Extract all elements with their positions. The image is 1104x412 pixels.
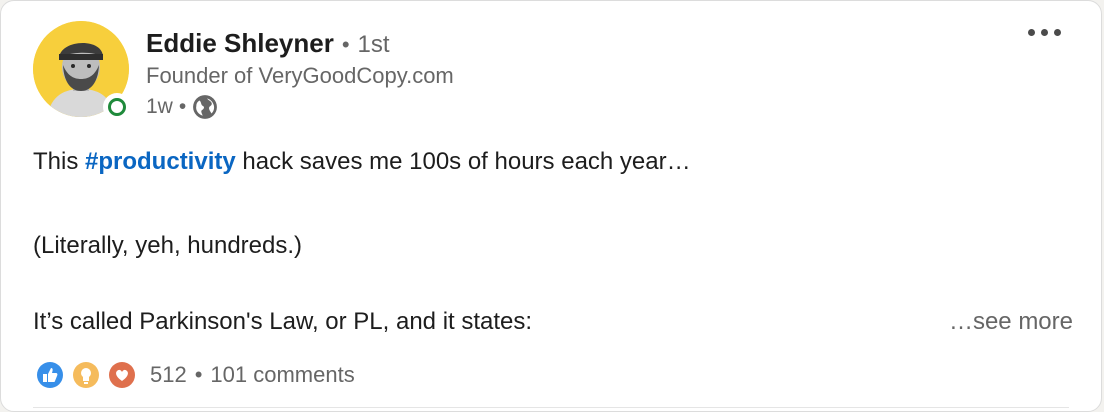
post-paragraph: (Literally, yeh, hundreds.) [33,232,303,259]
post-text: This [33,148,86,175]
author-headline: Founder of VeryGoodCopy.com [146,63,454,88]
love-icon[interactable] [106,359,138,391]
post-paragraph: This #productivity hack saves me 100s of… [33,146,691,178]
more-options-icon[interactable] [1028,29,1061,36]
like-icon[interactable] [34,359,66,391]
separator-dot: • [178,95,187,118]
post-paragraph: It’s called Parkinson's Law, or PL, and … [33,308,533,335]
post-meta: 1w • [146,94,218,120]
online-status-indicator [103,93,131,121]
social-counts: 512 • 101 comments [34,359,355,391]
post-card: Eddie Shleyner • 1st Founder of VeryGood… [0,0,1102,412]
author-name-row: Eddie Shleyner • 1st [146,28,390,59]
hashtag-link[interactable]: #productivity [85,148,236,175]
globe-icon [193,95,218,119]
post-time: 1w [146,95,173,118]
post-text: hack saves me 100s of hours each year… [235,148,691,175]
separator-dot: • [194,362,203,387]
author-name[interactable]: Eddie Shleyner [146,28,334,59]
separator-dot: • [341,32,350,57]
reaction-count[interactable]: 512 [150,362,187,388]
connection-degree: 1st [357,31,390,58]
see-more-link[interactable]: …see more [949,306,1073,338]
comments-count[interactable]: 101 comments [210,362,354,388]
insightful-icon[interactable] [70,359,102,391]
divider [33,407,1069,408]
